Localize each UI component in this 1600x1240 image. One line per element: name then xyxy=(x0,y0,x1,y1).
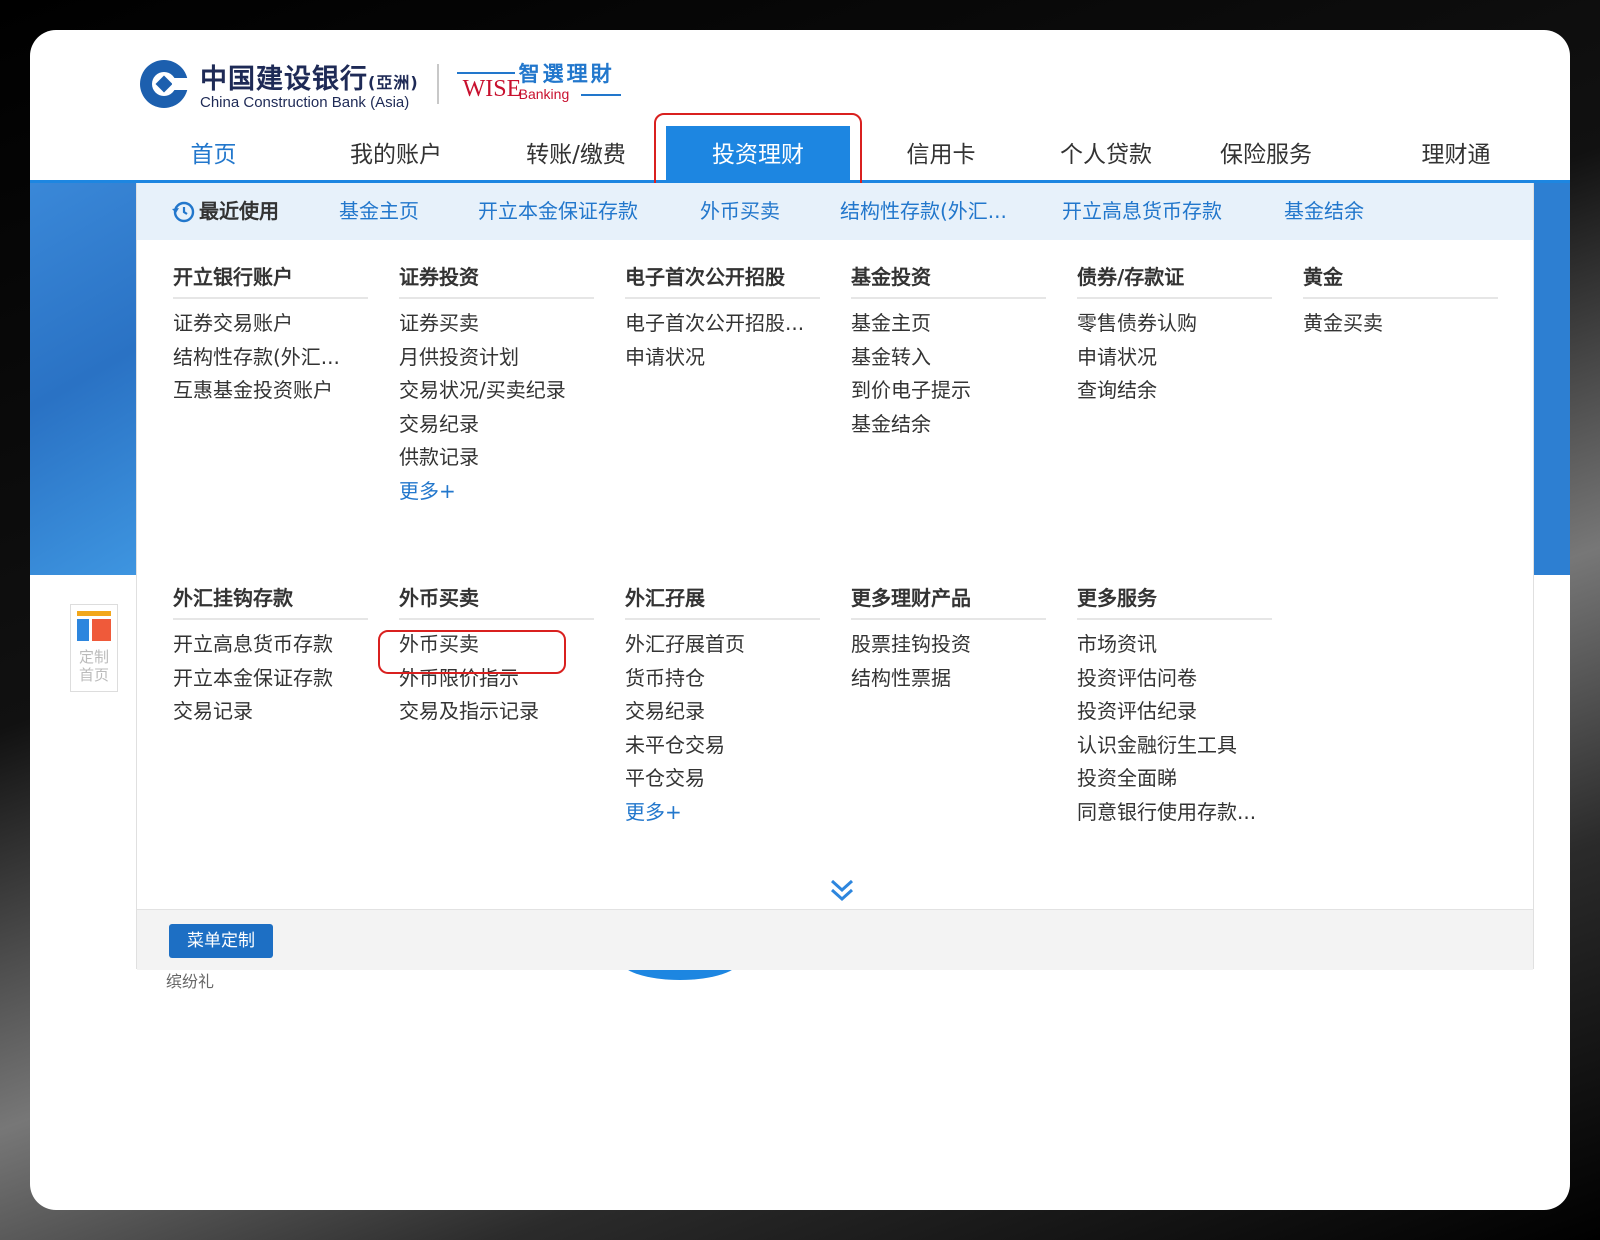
menu-col-more-services: 更多服务 市场资讯 投资评估问卷 投资评估纪录 认识金融衍生工具 投资全面睇 同… xyxy=(1077,578,1272,829)
custom-home-label-2: 首页 xyxy=(78,666,109,684)
custom-home-button[interactable]: 定制 首页 xyxy=(70,604,118,692)
menu-heading: 更多服务 xyxy=(1077,578,1272,620)
menu-link[interactable]: 交易记录 xyxy=(173,695,368,729)
history-clock-icon xyxy=(172,201,195,223)
menu-link[interactable]: 外汇孖展首页 xyxy=(625,628,820,662)
menu-link[interactable]: 基金转入 xyxy=(851,341,1046,375)
menu-col-fx-margin: 外汇孖展 外汇孖展首页 货币持仓 交易纪录 未平仓交易 平仓交易 更多+ xyxy=(625,578,820,829)
nav-my-account[interactable]: 我的账户 xyxy=(301,126,491,184)
menu-link[interactable]: 股票挂钩投资 xyxy=(851,628,1046,662)
menu-link[interactable]: 到价电子提示 xyxy=(851,374,1046,408)
menu-link[interactable]: 供款记录 xyxy=(399,441,594,475)
menu-link[interactable]: 互惠基金投资账户 xyxy=(173,374,368,408)
wise-banking: Banking xyxy=(518,86,570,102)
menu-col-gold: 黄金 黄金买卖 xyxy=(1303,257,1498,341)
menu-link[interactable]: 零售债券认购 xyxy=(1077,307,1272,341)
menu-link[interactable]: 申请状况 xyxy=(1077,341,1272,375)
recent-used-bar: 最近使用 基金主页 开立本金保证存款 外币买卖 结构性存款(外汇... 开立高息… xyxy=(137,183,1533,240)
nav-home[interactable]: 首页 xyxy=(136,126,291,184)
nav-transfer-payment[interactable]: 转账/缴费 xyxy=(481,126,671,184)
menu-link[interactable]: 结构性票据 xyxy=(851,662,1046,696)
wise-banking-logo: 智選理財 WISE Banking xyxy=(456,58,627,110)
more-link[interactable]: 更多+ xyxy=(625,796,820,830)
menu-heading: 开立银行账户 xyxy=(173,257,368,299)
menu-link[interactable]: 结构性存款(外汇... xyxy=(173,341,368,375)
background-banner-right xyxy=(1532,183,1570,575)
menu-link[interactable]: 开立高息货币存款 xyxy=(173,628,368,662)
menu-col-securities: 证券投资 证券买卖 月供投资计划 交易状况/买卖纪录 交易纪录 供款记录 更多+ xyxy=(399,257,594,508)
menu-link[interactable]: 申请状况 xyxy=(625,341,820,375)
menu-heading: 更多理财产品 xyxy=(851,578,1046,620)
menu-col-eipo: 电子首次公开招股 电子首次公开招股... 申请状况 xyxy=(625,257,820,374)
recent-item-principal-deposit[interactable]: 开立本金保证存款 xyxy=(478,183,638,240)
menu-link[interactable]: 基金主页 xyxy=(851,307,1046,341)
recent-item-fund-home[interactable]: 基金主页 xyxy=(339,183,419,240)
bank-name-suffix: (亞洲) xyxy=(368,73,419,92)
background-banner-left xyxy=(30,183,136,575)
double-chevron-down-icon[interactable] xyxy=(829,877,855,903)
menu-heading: 黄金 xyxy=(1303,257,1498,299)
highlight-box-nav xyxy=(654,113,862,193)
background-text: 缤纷礼 xyxy=(166,972,215,991)
menu-link[interactable]: 平仓交易 xyxy=(625,762,820,796)
menu-link[interactable]: 月供投资计划 xyxy=(399,341,594,375)
menu-footer: 菜单定制 xyxy=(137,909,1533,970)
menu-link[interactable]: 证券买卖 xyxy=(399,307,594,341)
nav-personal-loan[interactable]: 个人贷款 xyxy=(1016,126,1196,184)
menu-heading: 证券投资 xyxy=(399,257,594,299)
menu-link[interactable]: 证券交易账户 xyxy=(173,307,368,341)
menu-link[interactable]: 交易纪录 xyxy=(625,695,820,729)
bank-name-cn: 中国建设银行 xyxy=(200,64,368,95)
nav-credit-card[interactable]: 信用卡 xyxy=(856,126,1026,184)
menu-link[interactable]: 投资全面睇 xyxy=(1077,762,1272,796)
menu-col-bonds: 债券/存款证 零售债券认购 申请状况 查询结余 xyxy=(1077,257,1272,408)
browser-viewport: 中国建设银行(亞洲) China Construction Bank (Asia… xyxy=(30,30,1570,1210)
menu-link[interactable]: 同意银行使用存款... xyxy=(1077,796,1272,830)
menu-col-more-products: 更多理财产品 股票挂钩投资 结构性票据 xyxy=(851,578,1046,695)
wise-cn: 智選理財 xyxy=(518,62,615,86)
highlight-box-fx-link xyxy=(378,630,566,674)
custom-home-label-1: 定制 xyxy=(78,648,109,666)
menu-heading: 基金投资 xyxy=(851,257,1046,299)
menu-col-open-account: 开立银行账户 证券交易账户 结构性存款(外汇... 互惠基金投资账户 xyxy=(173,257,368,408)
more-link[interactable]: 更多+ xyxy=(399,475,594,509)
menu-link[interactable]: 查询结余 xyxy=(1077,374,1272,408)
custom-menu-button[interactable]: 菜单定制 xyxy=(169,924,273,958)
bank-name-en: China Construction Bank (Asia) xyxy=(200,94,410,111)
menu-link[interactable]: 认识金融衍生工具 xyxy=(1077,729,1272,763)
recent-title: 最近使用 xyxy=(199,199,279,223)
nav-insurance[interactable]: 保险服务 xyxy=(1181,126,1351,184)
menu-heading: 外汇挂钩存款 xyxy=(173,578,368,620)
recent-item-structured-deposit[interactable]: 结构性存款(外汇... xyxy=(840,183,1007,240)
wise-en: WISE xyxy=(462,76,522,102)
menu-heading: 外币买卖 xyxy=(399,578,594,620)
recent-item-high-yield-deposit[interactable]: 开立高息货币存款 xyxy=(1062,183,1222,240)
menu-link[interactable]: 交易纪录 xyxy=(399,408,594,442)
bank-logo[interactable]: 中国建设银行(亞洲) China Construction Bank (Asia… xyxy=(138,54,627,114)
menu-link[interactable]: 市场资讯 xyxy=(1077,628,1272,662)
investment-mega-menu: 最近使用 基金主页 开立本金保证存款 外币买卖 结构性存款(外汇... 开立高息… xyxy=(136,183,1534,970)
menu-heading: 电子首次公开招股 xyxy=(625,257,820,299)
menu-link[interactable]: 投资评估问卷 xyxy=(1077,662,1272,696)
menu-link[interactable]: 货币持仓 xyxy=(625,662,820,696)
menu-link[interactable]: 交易及指示记录 xyxy=(399,695,594,729)
menu-heading: 债券/存款证 xyxy=(1077,257,1272,299)
menu-link[interactable]: 黄金买卖 xyxy=(1303,307,1498,341)
menu-heading: 外汇孖展 xyxy=(625,578,820,620)
recent-item-fund-balance[interactable]: 基金结余 xyxy=(1284,183,1364,240)
nav-wealth-connect[interactable]: 理财通 xyxy=(1371,126,1541,184)
menu-link[interactable]: 开立本金保证存款 xyxy=(173,662,368,696)
menu-link[interactable]: 未平仓交易 xyxy=(625,729,820,763)
menu-link[interactable]: 电子首次公开招股... xyxy=(625,307,820,341)
layout-icon xyxy=(77,611,111,641)
menu-link[interactable]: 投资评估纪录 xyxy=(1077,695,1272,729)
ccb-logo-icon xyxy=(140,60,190,108)
menu-link[interactable]: 基金结余 xyxy=(851,408,1046,442)
menu-col-fx-linked-deposit: 外汇挂钩存款 开立高息货币存款 开立本金保证存款 交易记录 xyxy=(173,578,368,729)
menu-col-funds: 基金投资 基金主页 基金转入 到价电子提示 基金结余 xyxy=(851,257,1046,441)
logo-divider xyxy=(436,64,439,104)
recent-item-fx-trading[interactable]: 外币买卖 xyxy=(700,183,780,240)
menu-link[interactable]: 交易状况/买卖纪录 xyxy=(399,374,594,408)
